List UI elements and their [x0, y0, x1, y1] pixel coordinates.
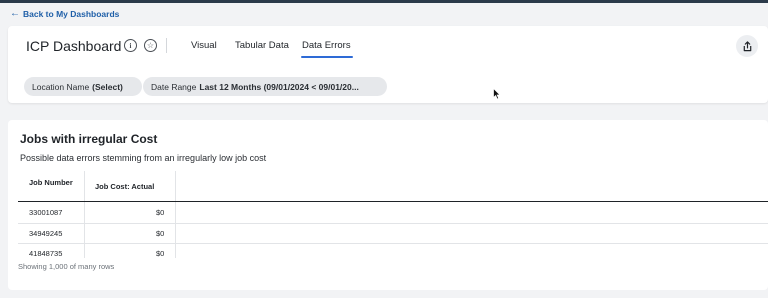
- info-icon[interactable]: i: [124, 39, 137, 52]
- job-number-cell: 41848735: [29, 249, 63, 258]
- share-button[interactable]: [736, 35, 758, 57]
- active-tab-indicator: [301, 56, 353, 58]
- row-divider: [18, 223, 768, 224]
- header-divider: [166, 38, 167, 53]
- job-cost-cell: $0: [156, 208, 165, 217]
- tab-visual[interactable]: Visual: [191, 40, 217, 51]
- tab-tabular-data[interactable]: Tabular Data: [235, 40, 289, 51]
- page-title: ICP Dashboard: [26, 38, 122, 54]
- arrow-left-icon: ←: [10, 8, 20, 19]
- star-icon[interactable]: ☆: [144, 39, 157, 52]
- filter-name: Location Name: [32, 81, 90, 92]
- job-cost-cell: $0: [156, 229, 165, 238]
- mouse-pointer-icon: [493, 88, 501, 100]
- app-top-border: [0, 0, 768, 3]
- job-number-cell: 34949245: [29, 229, 63, 238]
- dashboard-header: ICP Dashboard i ☆ Visual Tabular Data Da…: [8, 26, 768, 103]
- data-table[interactable]: Job Number Job Cost: Actual 33001087 $0 …: [18, 171, 768, 258]
- section-title: Jobs with irregular Cost: [20, 132, 158, 146]
- share-icon: [743, 40, 751, 51]
- job-number-cell: 33001087: [29, 208, 63, 217]
- date-range-filter[interactable]: Date Range Last 12 Months (09/01/2024 < …: [143, 77, 387, 96]
- filter-value: Last 12 Months (09/01/2024 < 09/01/20...: [199, 81, 359, 92]
- table-header: Job Number Job Cost: Actual: [18, 171, 768, 202]
- column-header-job-number[interactable]: Job Number: [29, 177, 79, 188]
- row-count-note: Showing 1,000 of many rows: [18, 262, 115, 271]
- back-to-dashboards-link[interactable]: ← Back to My Dashboards: [10, 8, 120, 20]
- column-header-job-cost[interactable]: Job Cost: Actual: [95, 182, 154, 191]
- job-cost-cell: $0: [156, 249, 165, 258]
- filter-name: Date Range: [151, 81, 197, 92]
- jobs-irregular-cost-card: Jobs with irregular Cost Possible data e…: [8, 120, 768, 290]
- tab-data-errors[interactable]: Data Errors: [302, 40, 351, 51]
- section-subtitle: Possible data errors stemming from an ir…: [20, 153, 267, 163]
- filter-value: (Select): [92, 81, 123, 92]
- location-name-filter[interactable]: Location Name (Select): [24, 77, 142, 96]
- row-divider: [18, 243, 768, 244]
- back-link-label: Back to My Dashboards: [23, 9, 120, 19]
